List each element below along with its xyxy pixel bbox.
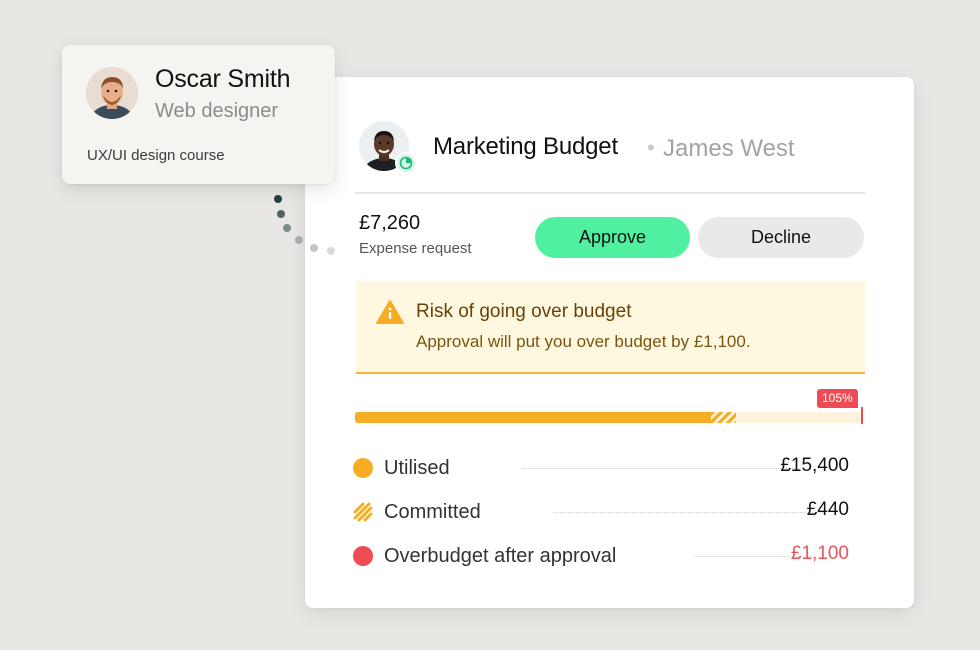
legend-value: £1,100: [790, 543, 849, 564]
avatar: [86, 67, 138, 119]
profile-card[interactable]: Oscar Smith Web designer UX/UI design co…: [62, 45, 335, 184]
warning-text: Approval will put you over budget by £1,…: [416, 332, 751, 351]
budget-progress-bar: [355, 412, 863, 423]
legend-item-overbudget: Overbudget after approval £1,100: [353, 541, 853, 571]
utilised-dot-icon: [353, 458, 373, 478]
person-avatar-icon: [86, 67, 138, 119]
warning-title: Risk of going over budget: [416, 301, 632, 322]
legend-label: Committed: [384, 501, 481, 523]
percent-badge: 105%: [817, 389, 858, 408]
warning-banner: Risk of going over budget Approval will …: [356, 281, 865, 374]
profile-role: Web designer: [155, 100, 279, 122]
budget-card: Marketing Budget • James West £7,260 Exp…: [305, 77, 914, 608]
budget-owner[interactable]: James West: [663, 135, 795, 163]
expense-label: Expense request: [359, 240, 472, 257]
legend-value: £15,400: [780, 455, 849, 476]
leader-line: [553, 512, 823, 513]
leader-line: [521, 468, 799, 469]
connector-dot: [327, 247, 335, 255]
connector-dot: [310, 244, 318, 252]
legend-label: Overbudget after approval: [384, 545, 617, 567]
decline-button[interactable]: Decline: [698, 217, 864, 258]
limit-marker: [861, 407, 863, 424]
divider: [355, 192, 865, 194]
connector-dot: [277, 210, 285, 218]
profile-name: Oscar Smith: [155, 65, 291, 93]
legend-item-committed: Committed £440: [353, 497, 853, 527]
profile-course: UX/UI design course: [87, 147, 225, 164]
connector-dot: [295, 236, 303, 244]
approve-button[interactable]: Approve: [535, 217, 690, 258]
warning-triangle-icon: [376, 300, 404, 324]
legend-item-utilised: Utilised £15,400: [353, 453, 853, 483]
connector-dot: [274, 195, 282, 203]
legend-label: Utilised: [384, 457, 450, 479]
pie-chart-icon: [395, 152, 417, 174]
budget-title: Marketing Budget: [433, 133, 618, 160]
expense-amount: £7,260: [359, 212, 421, 234]
striped-marker-icon: [353, 502, 373, 522]
progress-committed: [710, 412, 736, 423]
title-separator: •: [647, 135, 655, 160]
connector-dot: [283, 224, 291, 232]
legend-value: £440: [806, 499, 849, 520]
overbudget-dot-icon: [353, 546, 373, 566]
progress-utilised: [355, 412, 711, 423]
